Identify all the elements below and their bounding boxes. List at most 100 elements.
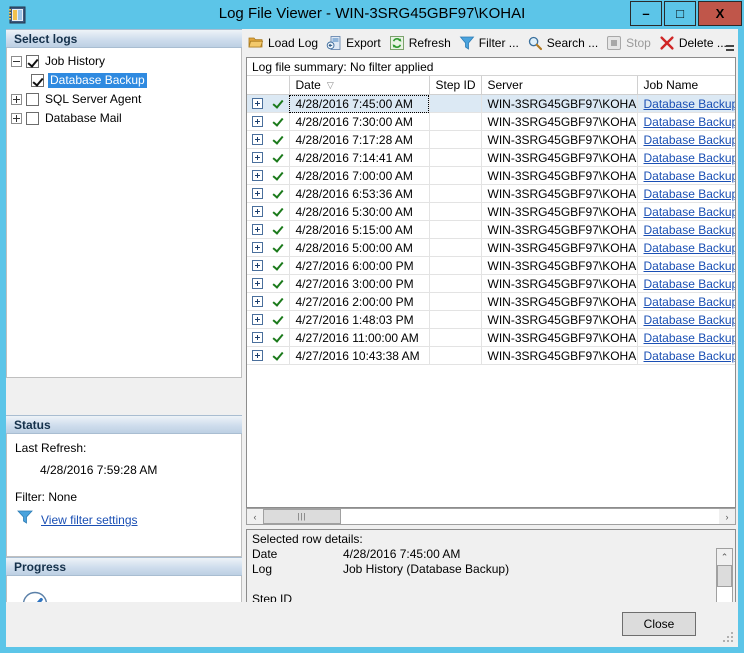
close-button[interactable]: Close [622, 612, 696, 636]
log-grid[interactable]: Log file summary: No filter applied Date… [246, 57, 736, 508]
cell-job-name[interactable]: Database Backup [637, 131, 735, 149]
minimize-button[interactable]: – [630, 1, 662, 26]
cell-job-name[interactable]: Database Backup [637, 257, 735, 275]
row-expand-cell[interactable] [247, 329, 289, 347]
cell-job-name[interactable]: Database Backup [637, 293, 735, 311]
row-expand-cell[interactable] [247, 95, 289, 113]
tree-item[interactable]: Database Backup [31, 71, 241, 90]
cell-job-name[interactable]: Database Backup [637, 275, 735, 293]
row-expand-cell[interactable] [247, 275, 289, 293]
row-expand-cell[interactable] [247, 113, 289, 131]
column-header-date[interactable]: Date▽ [289, 76, 429, 95]
column-header-truncated[interactable]: S [735, 76, 736, 95]
tree-item-checkbox[interactable] [26, 112, 39, 125]
table-row[interactable]: 4/27/2016 2:00:00 PMWIN-3SRG45GBF97\KOHA… [247, 293, 736, 311]
job-name-link[interactable]: Database Backup [644, 205, 736, 219]
tree-collapse-icon[interactable] [11, 56, 22, 67]
resize-grip[interactable] [722, 632, 734, 644]
toolbar-button-refresh[interactable]: Refresh [385, 32, 455, 54]
tree-item-checkbox[interactable] [26, 55, 39, 68]
cell-job-name[interactable]: Database Backup [637, 203, 735, 221]
toolbar-overflow-icon[interactable] [724, 33, 736, 53]
table-row[interactable]: 4/28/2016 5:00:00 AMWIN-3SRG45GBF97\KOHA… [247, 239, 736, 257]
row-expand-cell[interactable] [247, 167, 289, 185]
row-expand-icon[interactable] [252, 242, 263, 253]
row-expand-cell[interactable] [247, 185, 289, 203]
row-expand-icon[interactable] [252, 116, 263, 127]
table-row[interactable]: 4/28/2016 7:30:00 AMWIN-3SRG45GBF97\KOHA… [247, 113, 736, 131]
cell-job-name[interactable]: Database Backup [637, 221, 735, 239]
scroll-right-arrow-icon[interactable]: › [719, 509, 735, 524]
view-filter-settings-link[interactable]: View filter settings [41, 513, 138, 527]
tree-expand-icon[interactable] [11, 94, 22, 105]
row-expand-icon[interactable] [252, 98, 263, 109]
row-expand-icon[interactable] [252, 152, 263, 163]
tree-item[interactable]: SQL Server Agent [11, 90, 241, 109]
row-expand-icon[interactable] [252, 170, 263, 181]
job-name-link[interactable]: Database Backup [644, 151, 736, 165]
column-header-expand[interactable] [247, 76, 289, 95]
log-source-tree[interactable]: Job HistoryDatabase BackupSQL Server Age… [6, 48, 242, 378]
tree-expand-icon[interactable] [11, 113, 22, 124]
row-expand-icon[interactable] [252, 314, 263, 325]
toolbar-button-filter[interactable]: Filter ... [455, 32, 523, 54]
cell-job-name[interactable]: Database Backup [637, 329, 735, 347]
row-expand-icon[interactable] [252, 188, 263, 199]
cell-job-name[interactable]: Database Backup [637, 347, 735, 365]
job-name-link[interactable]: Database Backup [644, 241, 736, 255]
row-expand-cell[interactable] [247, 221, 289, 239]
row-expand-icon[interactable] [252, 296, 263, 307]
cell-job-name[interactable]: Database Backup [637, 149, 735, 167]
column-header-job-name[interactable]: Job Name [637, 76, 735, 95]
close-window-button[interactable]: X [698, 1, 742, 26]
job-name-link[interactable]: Database Backup [644, 169, 736, 183]
row-expand-icon[interactable] [252, 206, 263, 217]
row-expand-cell[interactable] [247, 131, 289, 149]
table-row[interactable]: 4/27/2016 11:00:00 AMWIN-3SRG45GBF97\KOH… [247, 329, 736, 347]
cell-job-name[interactable]: Database Backup [637, 113, 735, 131]
row-expand-icon[interactable] [252, 350, 263, 361]
column-header-step-id[interactable]: Step ID [429, 76, 481, 95]
row-expand-icon[interactable] [252, 260, 263, 271]
hscroll-track[interactable]: ||| [263, 509, 719, 524]
row-expand-icon[interactable] [252, 134, 263, 145]
job-name-link[interactable]: Database Backup [644, 115, 736, 129]
hscroll-thumb[interactable]: ||| [263, 509, 341, 524]
scroll-left-arrow-icon[interactable]: ‹ [247, 509, 263, 524]
table-row[interactable]: 4/27/2016 1:48:03 PMWIN-3SRG45GBF97\KOHA… [247, 311, 736, 329]
title-bar[interactable]: Log File Viewer - WIN-3SRG45GBF97\KOHAI … [0, 0, 744, 29]
row-expand-cell[interactable] [247, 257, 289, 275]
job-name-link[interactable]: Database Backup [644, 133, 736, 147]
job-name-link[interactable]: Database Backup [644, 349, 736, 363]
cell-job-name[interactable]: Database Backup [637, 311, 735, 329]
scroll-up-arrow-icon[interactable]: ⌃ [717, 549, 732, 565]
table-row[interactable]: 4/28/2016 7:45:00 AMWIN-3SRG45GBF97\KOHA… [247, 95, 736, 113]
toolbar-button-search[interactable]: Search ... [523, 32, 602, 54]
table-row[interactable]: 4/28/2016 6:53:36 AMWIN-3SRG45GBF97\KOHA… [247, 185, 736, 203]
table-row[interactable]: 4/28/2016 5:15:00 AMWIN-3SRG45GBF97\KOHA… [247, 221, 736, 239]
job-name-link[interactable]: Database Backup [644, 223, 736, 237]
table-row[interactable]: 4/27/2016 10:43:38 AMWIN-3SRG45GBF97\KOH… [247, 347, 736, 365]
cell-job-name[interactable]: Database Backup [637, 185, 735, 203]
view-filter-settings-row[interactable]: View filter settings [7, 504, 241, 529]
toolbar-button-delete[interactable]: Delete ... [655, 32, 731, 54]
toolbar-button-export[interactable]: Export [322, 32, 385, 54]
job-name-link[interactable]: Database Backup [644, 97, 736, 111]
row-expand-cell[interactable] [247, 203, 289, 221]
job-name-link[interactable]: Database Backup [644, 295, 736, 309]
cell-job-name[interactable]: Database Backup [637, 167, 735, 185]
job-name-link[interactable]: Database Backup [644, 313, 736, 327]
grid-horizontal-scrollbar[interactable]: ‹ ||| › [246, 508, 736, 525]
row-expand-icon[interactable] [252, 332, 263, 343]
table-row[interactable]: 4/28/2016 7:14:41 AMWIN-3SRG45GBF97\KOHA… [247, 149, 736, 167]
tree-item-checkbox[interactable] [31, 74, 44, 87]
row-expand-cell[interactable] [247, 311, 289, 329]
table-row[interactable]: 4/28/2016 5:30:00 AMWIN-3SRG45GBF97\KOHA… [247, 203, 736, 221]
row-expand-cell[interactable] [247, 149, 289, 167]
job-name-link[interactable]: Database Backup [644, 259, 736, 273]
row-expand-icon[interactable] [252, 224, 263, 235]
tree-item[interactable]: Job History [11, 52, 241, 71]
maximize-button[interactable]: □ [664, 1, 696, 26]
table-row[interactable]: 4/27/2016 3:00:00 PMWIN-3SRG45GBF97\KOHA… [247, 275, 736, 293]
row-expand-cell[interactable] [247, 347, 289, 365]
